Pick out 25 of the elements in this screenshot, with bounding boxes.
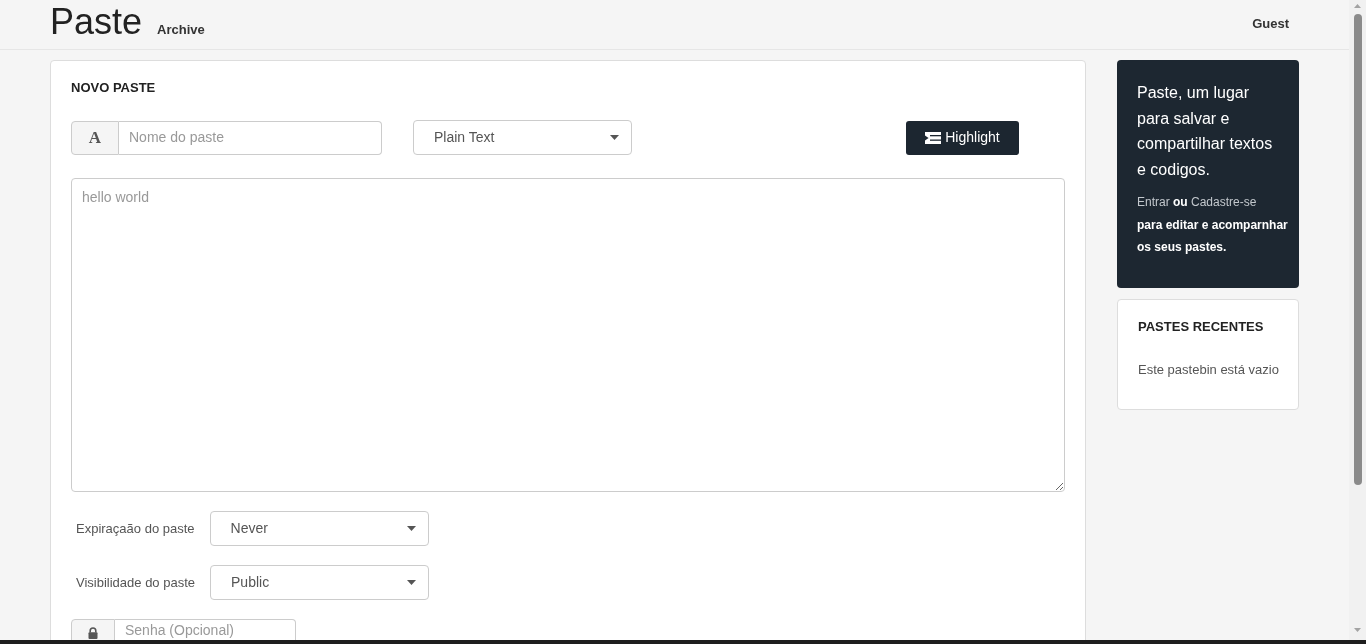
field-label: Visibilidade do paste: [75, 573, 195, 592]
brand-link[interactable]: Paste: [50, 2, 143, 42]
highlight-button[interactable]: Highlight: [906, 120, 1019, 155]
signup-link[interactable]: Cadastre-se: [1191, 195, 1257, 209]
field-label: Expiraçaão do paste: [75, 519, 195, 538]
password-field[interactable]: Senha (Opcional): [115, 619, 296, 640]
user-menu-link[interactable]: Guest: [1252, 14, 1289, 34]
input-addon: A: [71, 120, 119, 155]
visibility-dropdown[interactable]: Public: [210, 565, 429, 600]
caret-icon: [407, 580, 416, 585]
nav-link[interactable]: Archive: [157, 20, 205, 40]
card-title: PASTES RECENTES: [1138, 318, 1264, 335]
paste-content-field[interactable]: hello world: [71, 178, 1065, 492]
caret-icon: [406, 526, 416, 531]
lock-icon: [88, 627, 98, 639]
text-indent-icon: [925, 131, 942, 144]
syntax-dropdown[interactable]: Plain Text: [413, 120, 632, 155]
empty-message: Este pastebin está vazio: [1138, 361, 1279, 378]
expiration-dropdown[interactable]: Never: [209, 511, 429, 546]
login-link[interactable]: Entrar: [1137, 195, 1170, 209]
card-title: NOVO PASTE: [71, 80, 156, 96]
signup-prompt: Entrar ou Cadastre-se para editar e acomparnhar os seus pastes.: [1137, 194, 1289, 256]
caret-icon: [610, 135, 619, 140]
paste-name-field[interactable]: Nome do paste: [119, 120, 382, 155]
intro-text: Paste, um lugar para salvar e compartilhar textos e codigos.: [1137, 83, 1274, 180]
